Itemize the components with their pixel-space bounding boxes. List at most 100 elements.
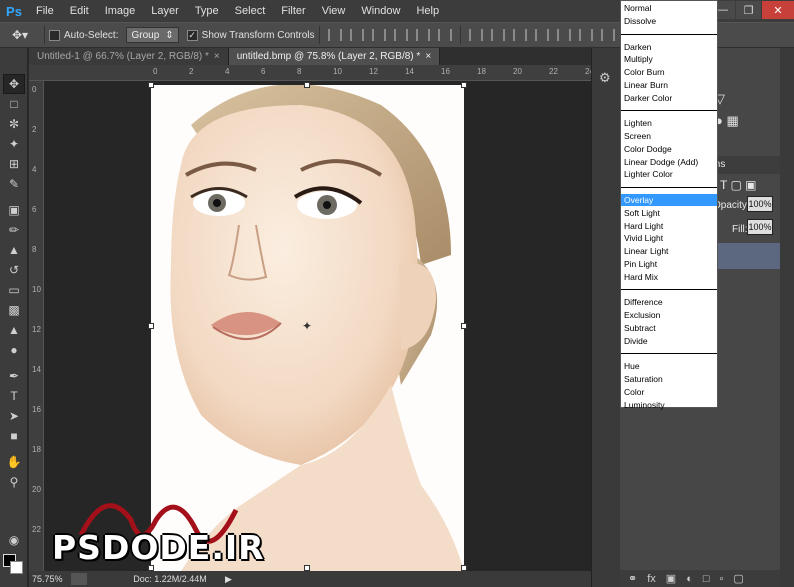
align-left-icon[interactable] [393,29,408,41]
background-color-swatch[interactable] [10,561,23,574]
horizontal-ruler[interactable]: 02468101214161820222426 [29,65,591,81]
blend-mode-option[interactable]: Pin Light [621,258,717,270]
auto-align-layers-icon[interactable] [600,29,615,41]
zoom-level[interactable]: 75.75% [29,574,71,584]
quick-selection-tool-icon[interactable]: ✦ [3,134,25,154]
blend-mode-option[interactable]: Linear Light [621,245,717,257]
brush-tool-icon[interactable]: ✏ [3,220,25,240]
transform-handle-tc[interactable] [304,82,310,88]
reference-point-icon[interactable]: ✦ [302,319,312,333]
dodge-tool-icon[interactable]: ● [3,340,25,360]
history-brush-tool-icon[interactable]: ↺ [3,260,25,280]
menu-view[interactable]: View [314,0,354,22]
show-transform-checkbox[interactable]: ✓ [186,29,198,41]
path-selection-tool-icon[interactable]: ➤ [3,406,25,426]
blur-tool-icon[interactable]: ▲ [3,320,25,340]
move-tool-preset-icon[interactable]: ✥▾ [0,24,40,46]
gradient-tool-icon[interactable]: ▩ [3,300,25,320]
status-menu-arrow-icon[interactable]: ▶ [225,574,232,585]
align-vertical-center-icon[interactable] [349,29,364,41]
menu-file[interactable]: File [28,0,62,22]
eyedropper-tool-icon[interactable]: ✎ [3,174,25,194]
eraser-tool-icon[interactable]: ▭ [3,280,25,300]
transform-handle-ml[interactable] [148,323,154,329]
blend-mode-option[interactable]: Saturation [621,373,717,385]
blend-mode-option[interactable]: Color [621,386,717,398]
align-horizontal-center-icon[interactable] [415,29,430,41]
move-tool-icon[interactable]: ✥ [3,74,25,94]
menu-filter[interactable]: Filter [273,0,313,22]
filter-type-icon[interactable]: T ▢ ▣ [720,178,756,192]
fx-icon[interactable]: fx [647,573,656,585]
menu-type[interactable]: Type [187,0,227,22]
menu-select[interactable]: Select [227,0,274,22]
align-bottom-icon[interactable] [371,29,386,41]
blend-mode-option[interactable]: Darken [621,41,717,53]
blend-mode-option[interactable]: Normal [621,2,717,14]
grid-icon[interactable]: ▦ [726,113,738,128]
tab-untitled-1[interactable]: Untitled-1 @ 66.7% (Layer 2, RGB/8) * × [29,48,229,65]
blend-mode-option[interactable]: Lighter Color [621,168,717,180]
transform-handle-tl[interactable] [148,82,154,88]
blend-mode-option[interactable]: Overlay [621,194,717,206]
blend-mode-option[interactable]: Hard Mix [621,271,717,283]
adjustment-layer-icon[interactable]: ◐ [686,573,693,585]
menu-image[interactable]: Image [97,0,144,22]
menu-layer[interactable]: Layer [143,0,187,22]
blend-mode-option[interactable]: Hard Light [621,220,717,232]
quick-mask-icon[interactable]: ◉ [3,530,25,550]
panel-scrollbar[interactable] [780,48,794,587]
align-right-icon[interactable] [437,29,452,41]
pen-tool-icon[interactable]: ✒ [3,366,25,386]
link-layers-icon[interactable]: ⚭ [628,572,637,585]
distribute-bottom-icon[interactable] [512,29,527,41]
lasso-tool-icon[interactable]: ✼ [3,114,25,134]
blend-mode-dropdown[interactable]: Normal Dissolve Darken Multiply Color Burn Li… [620,0,718,411]
fill-field[interactable]: 100% [747,219,773,235]
blend-mode-option[interactable]: Linear Dodge (Add) [621,156,717,168]
clone-stamp-tool-icon[interactable]: ▲ [3,240,25,260]
crop-tool-icon[interactable]: ⊞ [3,154,25,174]
blend-mode-option[interactable]: Exclusion [621,309,717,321]
menu-edit[interactable]: Edit [62,0,97,22]
new-layer-icon[interactable]: ▫ [720,573,724,585]
menu-window[interactable]: Window [353,0,408,22]
vertical-ruler[interactable]: 0 2 4 6 8 10 12 14 16 18 20 22 [29,81,44,571]
blend-mode-option[interactable]: Screen [621,130,717,142]
blend-mode-option[interactable]: Hue [621,360,717,372]
menu-help[interactable]: Help [408,0,447,22]
blend-mode-option[interactable]: Luminosity [621,399,717,411]
tools-settings-icon[interactable]: ⚙ [599,70,611,86]
mask-icon[interactable]: ▣ [666,572,676,585]
zoom-tool-icon[interactable]: ⚲ [3,472,25,492]
transform-handle-mr[interactable] [461,323,467,329]
blend-mode-option[interactable]: Linear Burn [621,79,717,91]
auto-select-checkbox[interactable] [49,29,60,41]
close-button[interactable]: ✕ [762,1,794,19]
blend-mode-option[interactable]: Color Burn [621,66,717,78]
blend-mode-option[interactable]: Darker Color [621,92,717,104]
share-icon[interactable] [71,573,87,585]
hand-tool-icon[interactable]: ✋ [3,452,25,472]
blend-mode-option[interactable]: Dissolve [621,15,717,27]
distribute-horizontal-center-icon[interactable] [556,29,571,41]
auto-select-option[interactable]: Auto-Select: [49,29,118,41]
blend-mode-option[interactable]: Vivid Light [621,232,717,244]
distribute-left-icon[interactable] [534,29,549,41]
marquee-tool-icon[interactable]: □ [3,94,25,114]
shape-tool-icon[interactable]: ■ [3,426,25,446]
type-tool-icon[interactable]: T [3,386,25,406]
blend-mode-option[interactable]: Difference [621,296,717,308]
spot-healing-tool-icon[interactable]: ▣ [3,200,25,220]
blend-mode-option[interactable]: Multiply [621,53,717,65]
trash-icon[interactable]: ▢ [733,572,743,585]
tab-untitled-bmp[interactable]: untitled.bmp @ 75.8% (Layer 2, RGB/8) * … [228,48,441,65]
auto-select-dropdown[interactable]: Group ⇕ [126,27,179,43]
blend-mode-option[interactable]: Divide [621,335,717,347]
blend-mode-option[interactable]: Soft Light [621,207,717,219]
close-tab-icon[interactable]: × [425,51,431,62]
show-transform-option[interactable]: ✓ Show Transform Controls [186,29,315,41]
close-tab-icon[interactable]: × [214,51,220,62]
distribute-vertical-center-icon[interactable] [490,29,505,41]
opacity-field[interactable]: 100% [747,196,773,212]
